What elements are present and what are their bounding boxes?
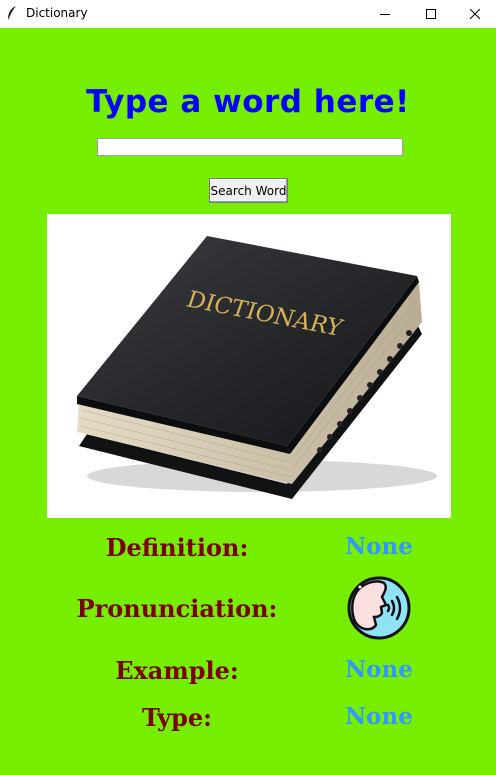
type-value: None xyxy=(345,703,413,730)
close-icon xyxy=(470,9,480,19)
type-label: Type: xyxy=(141,703,213,732)
pronunciation-label: Pronunciation: xyxy=(76,594,278,623)
definition-label: Definition: xyxy=(105,533,249,562)
minimize-icon xyxy=(380,14,390,15)
title-bar: Dictionary xyxy=(0,0,496,28)
dictionary-book-icon: DICTIONARY xyxy=(77,236,437,499)
minimize-button[interactable] xyxy=(362,0,408,28)
definition-value: None xyxy=(345,533,413,560)
speaking-head-icon xyxy=(347,576,411,640)
pronunciation-speak-button[interactable] xyxy=(346,575,412,641)
dictionary-book-image: DICTIONARY xyxy=(47,214,451,518)
window-title: Dictionary xyxy=(26,6,88,20)
example-value: None xyxy=(345,656,413,683)
feather-icon xyxy=(7,6,16,21)
maximize-icon xyxy=(426,9,436,19)
close-button[interactable] xyxy=(454,0,496,28)
search-input[interactable] xyxy=(97,138,403,156)
main-panel: Type a word here! Search Word DICTIONARY… xyxy=(0,28,496,775)
page-heading: Type a word here! xyxy=(86,84,410,120)
maximize-button[interactable] xyxy=(408,0,454,28)
search-word-button[interactable]: Search Word xyxy=(209,178,288,203)
example-label: Example: xyxy=(115,656,239,685)
